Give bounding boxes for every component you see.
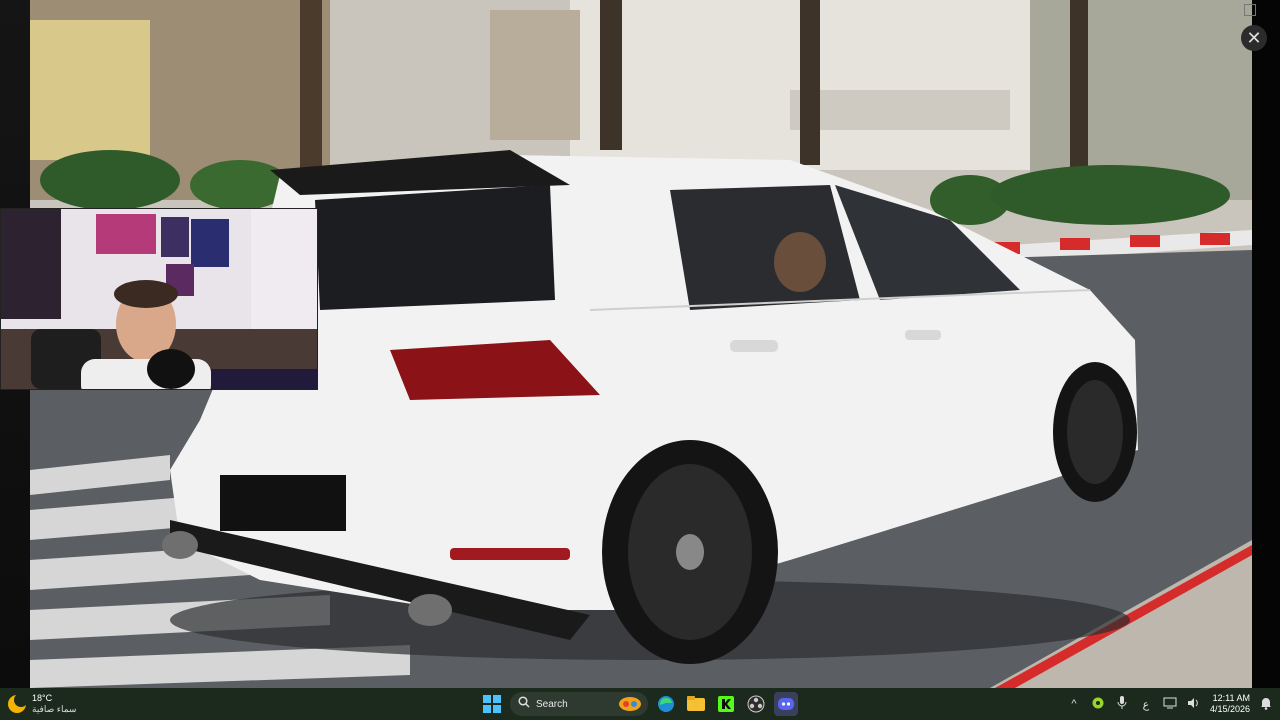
clock[interactable]: 12:11 AM 4/15/2026: [1210, 693, 1250, 715]
windows-start-icon[interactable]: [480, 692, 504, 716]
moon-icon: [8, 693, 28, 713]
close-viewer-button[interactable]: ✕: [1241, 25, 1267, 51]
weather-temperature: 18°C: [32, 693, 53, 703]
window-control-button[interactable]: [1244, 4, 1256, 16]
clock-time: 12:11 AM: [1212, 693, 1250, 703]
kick-app-icon[interactable]: [714, 692, 738, 716]
volume-icon[interactable]: [1186, 697, 1202, 712]
taskbar: 18°C سماء صافية Search ^ ع 12:11 AM 4/15…: [0, 688, 1280, 720]
webcam-overlay: [0, 208, 318, 390]
notifications-icon[interactable]: [1258, 696, 1274, 713]
weather-widget[interactable]: 18°C سماء صافية: [8, 688, 76, 720]
discord-icon[interactable]: [774, 692, 798, 716]
search-label: Search: [536, 698, 568, 710]
input-language-indicator[interactable]: ع: [1138, 698, 1154, 711]
search-icon: [518, 695, 530, 713]
taskbar-search-box[interactable]: Search: [510, 692, 648, 716]
right-border: [1252, 0, 1280, 688]
show-hidden-icons-button[interactable]: ^: [1066, 698, 1082, 710]
system-tray: ^ ع 12:11 AM 4/15/2026: [1066, 688, 1274, 720]
network-icon[interactable]: [1162, 697, 1178, 712]
file-explorer-icon[interactable]: [684, 692, 708, 716]
weather-condition: سماء صافية: [32, 704, 77, 714]
taskbar-center-apps: Search: [480, 688, 798, 720]
game-app-icon: [618, 696, 642, 717]
microphone-icon[interactable]: [1114, 695, 1130, 713]
clock-date: 4/15/2026: [1209, 704, 1250, 714]
edge-browser-icon[interactable]: [654, 692, 678, 716]
status-app-icon[interactable]: [1090, 697, 1106, 712]
obs-app-icon[interactable]: [744, 692, 768, 716]
